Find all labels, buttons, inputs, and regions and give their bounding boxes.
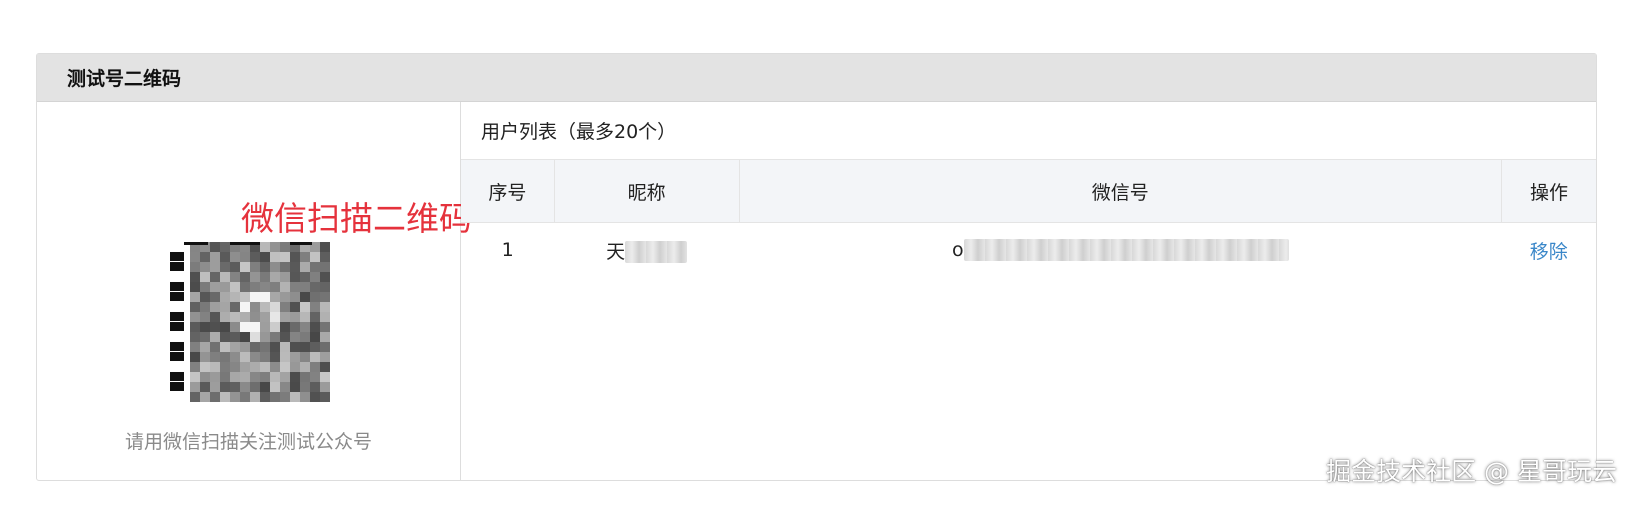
wechat-id-redacted <box>963 239 1289 262</box>
row-action: 移除 <box>1502 223 1596 278</box>
table-row: 1 天 o 移除 <box>461 223 1596 278</box>
column-header-index: 序号 <box>461 160 555 223</box>
row-nickname: 天 <box>554 223 739 278</box>
user-table: 序号 昵称 微信号 操作 1 天 o 移除 <box>461 160 1596 277</box>
qr-caption: 请用微信扫描关注测试公众号 <box>124 431 372 453</box>
watermark: 掘金技术社区 @ 星哥玩云 <box>1326 457 1617 486</box>
row-wechat-id: o <box>739 223 1502 278</box>
user-list-column: 用户列表（最多20个） 序号 昵称 微信号 操作 1 天 o 移除 <box>461 102 1596 480</box>
remove-user-link[interactable]: 移除 <box>1530 241 1568 263</box>
nickname-text: 天 <box>606 240 626 263</box>
user-list-title: 用户列表（最多20个） <box>461 102 1596 160</box>
qr-column: 微信扫描二维码 请用微信扫描关注测试公众号 <box>37 102 472 480</box>
column-header-nickname: 昵称 <box>554 160 740 223</box>
panel-body: 微信扫描二维码 请用微信扫描关注测试公众号 用户列表（最多20个） 序号 昵称 <box>37 102 1596 480</box>
column-header-wechat-id: 微信号 <box>739 160 1503 223</box>
panel-title: 测试号二维码 <box>37 54 1596 102</box>
qr-code-graphic <box>170 242 330 402</box>
qr-panel: 测试号二维码 微信扫描二维码 请用微信扫描关注测试公众号 用户列表（最多20个） <box>36 53 1597 481</box>
column-header-action: 操作 <box>1501 160 1596 223</box>
qr-code-image <box>170 242 330 402</box>
nickname-redacted <box>625 241 688 263</box>
qr-annotation: 微信扫描二维码 <box>241 199 472 238</box>
row-index: 1 <box>501 239 514 261</box>
table-header-row: 序号 昵称 微信号 操作 <box>461 160 1596 223</box>
wechat-id-text: o <box>951 238 964 261</box>
